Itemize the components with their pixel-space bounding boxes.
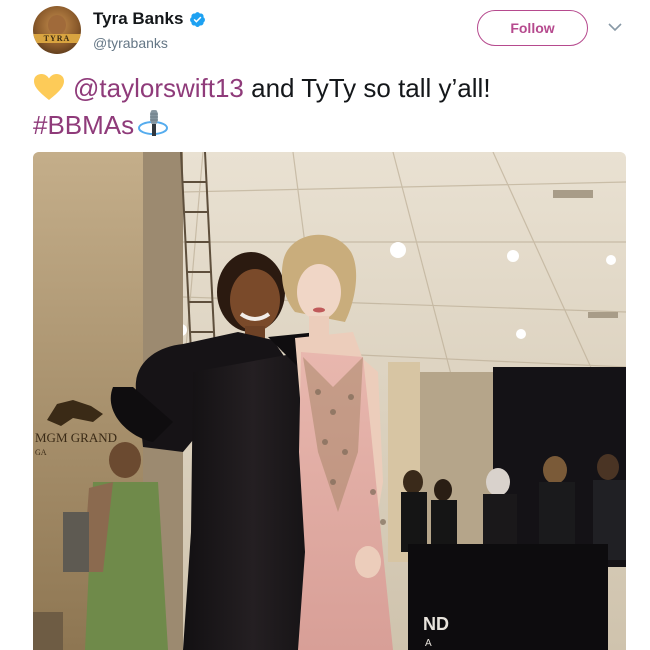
microphone-icon xyxy=(138,110,169,136)
chevron-down-icon[interactable] xyxy=(608,22,622,32)
yellow-heart-icon xyxy=(34,74,64,100)
follow-button[interactable]: Follow xyxy=(477,10,588,46)
avatar-face xyxy=(48,15,66,35)
display-name[interactable]: Tyra Banks xyxy=(93,9,183,29)
user-handle[interactable]: @tyrabanks xyxy=(93,35,168,51)
user-name-row: Tyra Banks xyxy=(93,9,206,29)
avatar-caption: TYRA xyxy=(33,34,81,43)
signage-text: ND xyxy=(423,614,449,634)
avatar[interactable]: TYRA xyxy=(33,6,81,54)
hashtag-link[interactable]: #BBMAs xyxy=(33,110,134,140)
tweet-body: and TyTy so tall y’all! xyxy=(243,73,491,103)
tweet-photo[interactable]: MGM GRAND GA ND A xyxy=(33,152,626,650)
signage-text: A xyxy=(425,638,432,649)
verified-badge-icon xyxy=(190,11,206,27)
tweet-text: @taylorswift13 and TyTy so tall y’all! #… xyxy=(33,70,623,143)
signage-text: MGM GRAND xyxy=(35,430,117,445)
mention-link[interactable]: @taylorswift13 xyxy=(73,73,244,103)
signage-text: GA xyxy=(35,448,47,457)
